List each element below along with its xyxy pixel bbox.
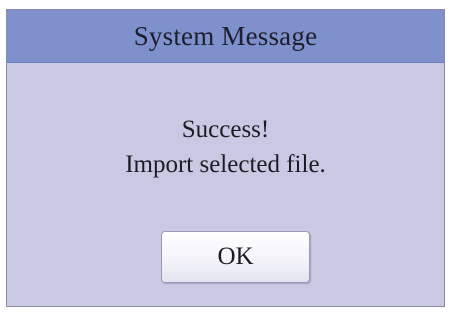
system-message-dialog: System Message Success! Import selected …: [6, 9, 445, 307]
dialog-message: Success! Import selected file.: [7, 112, 444, 182]
ok-button[interactable]: OK: [161, 231, 310, 283]
message-line-success: Success!: [181, 116, 270, 143]
message-line-detail: Import selected file.: [125, 151, 326, 178]
dialog-title-bar: System Message: [7, 10, 444, 63]
dialog-title: System Message: [133, 20, 318, 51]
